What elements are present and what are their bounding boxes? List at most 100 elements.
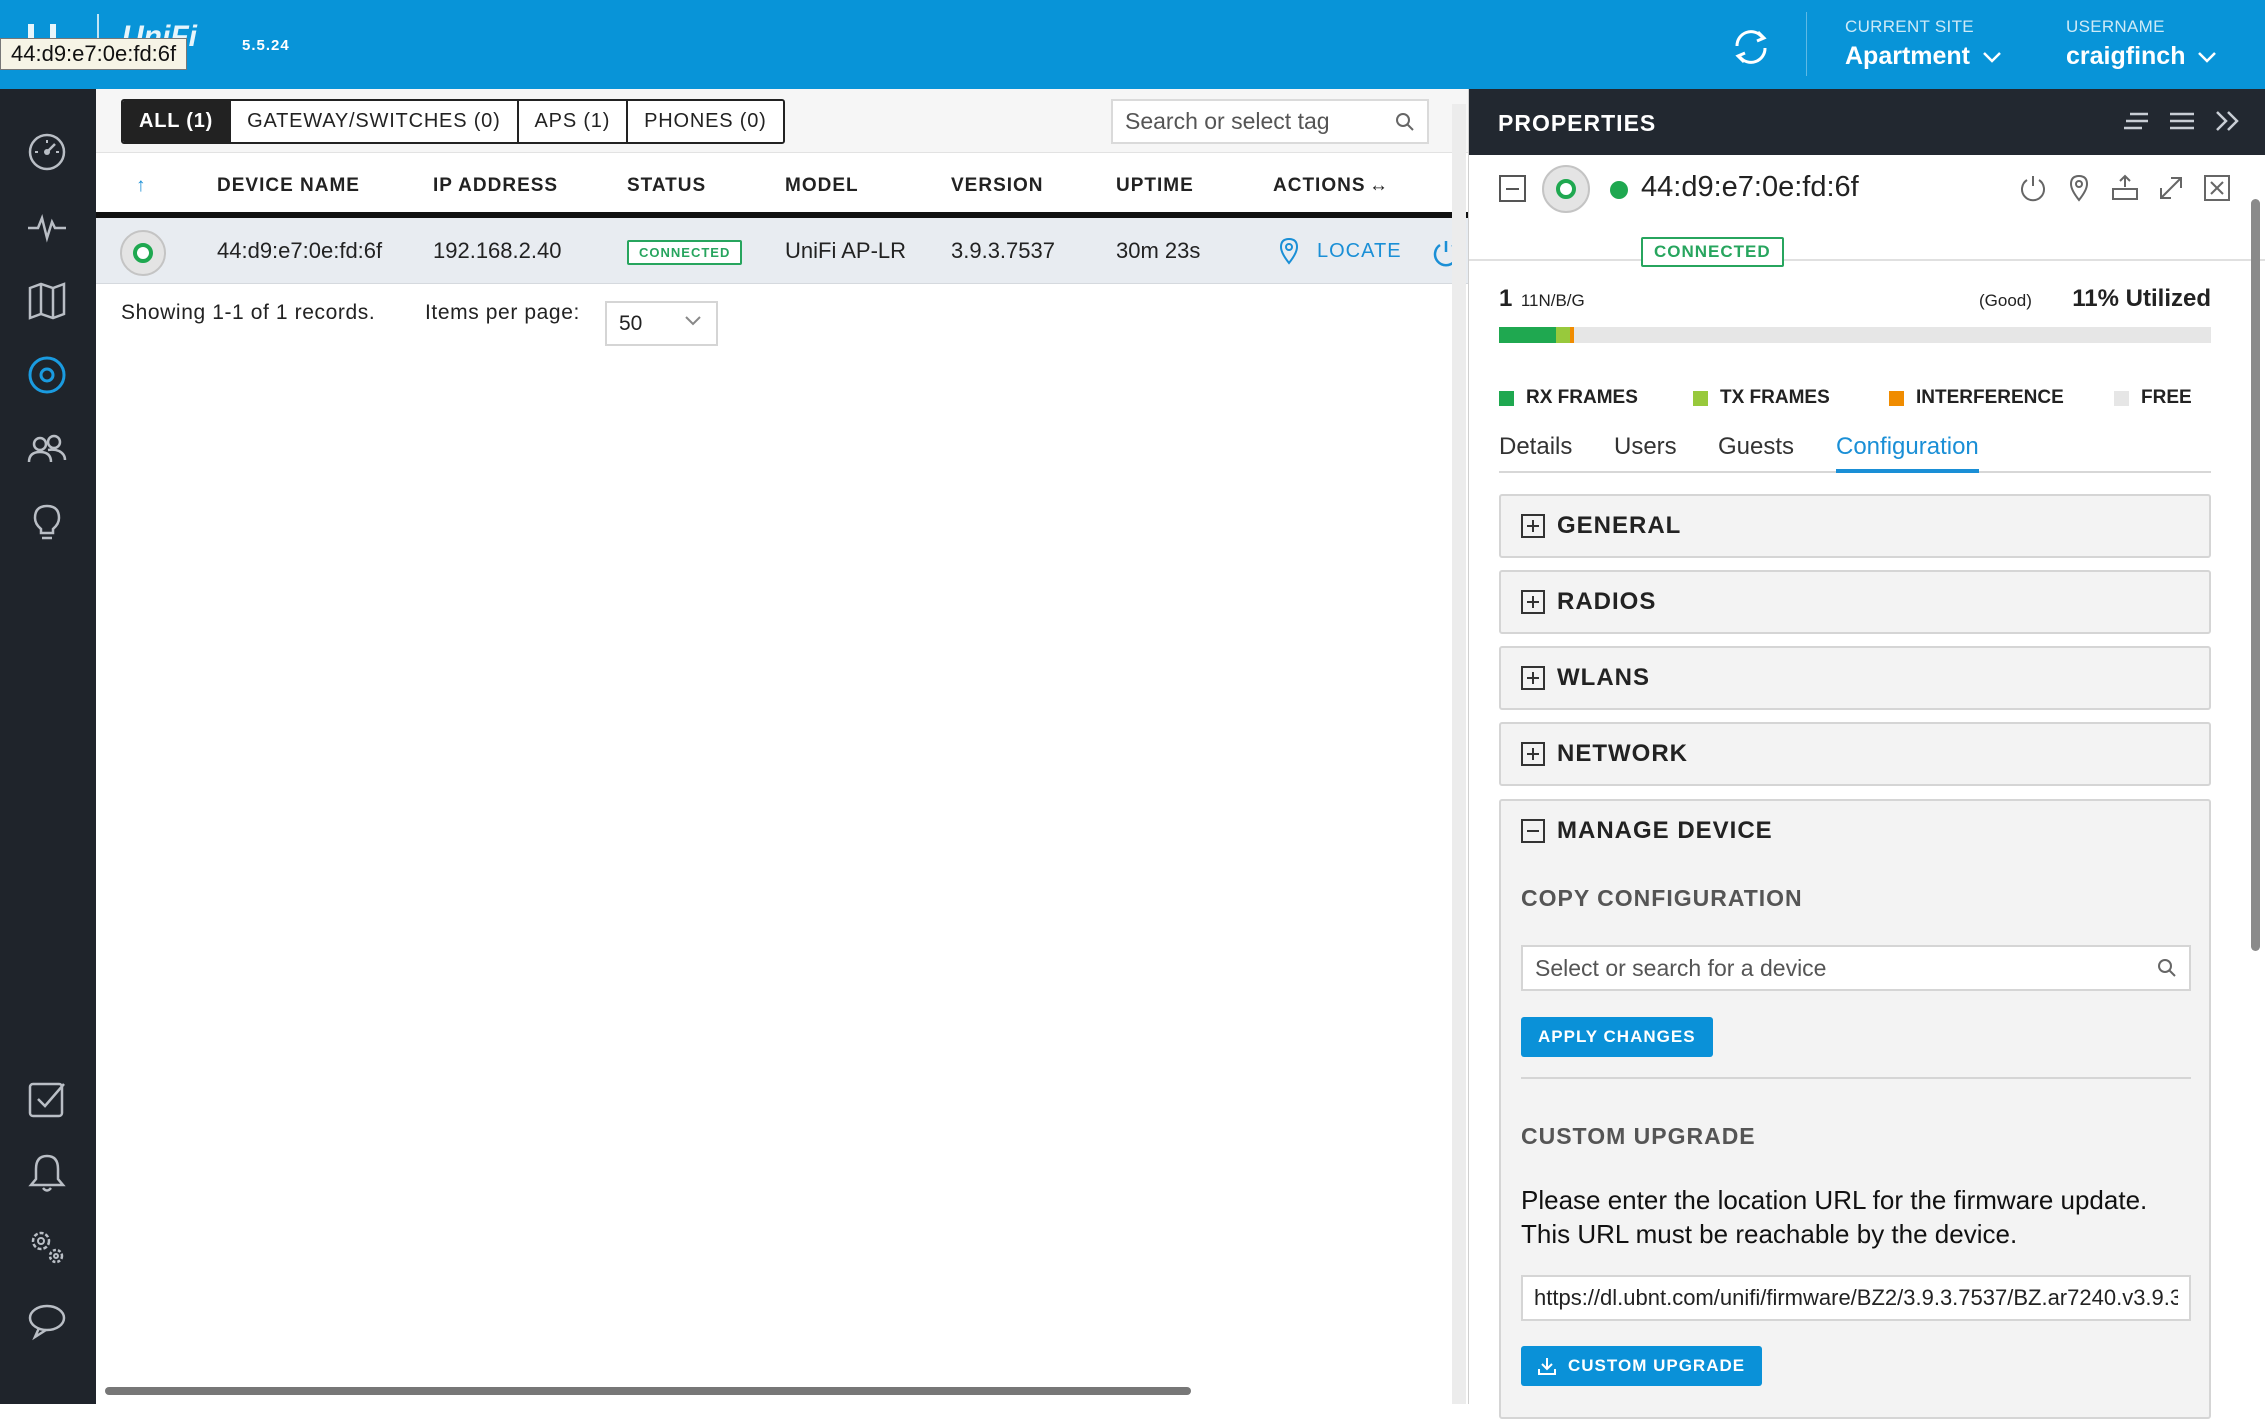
radio-quality: (Good): [1979, 291, 2032, 310]
app-version: 5.5.24: [242, 37, 290, 54]
col-uptime[interactable]: UPTIME: [1116, 175, 1194, 197]
sort-ascending-icon[interactable]: ↑: [136, 175, 147, 197]
username-value: craigfinch: [2066, 42, 2186, 70]
section-manage-title[interactable]: MANAGE DEVICE: [1557, 817, 1773, 845]
tag-search: [1111, 99, 1429, 144]
device-search: [1521, 945, 2191, 991]
legend-interference-label: INTERFERENCE: [1916, 387, 2064, 408]
firmware-url-input[interactable]: [1523, 1277, 2189, 1319]
list-view-icon[interactable]: [2168, 109, 2196, 133]
insights-icon: [33, 504, 61, 540]
sidebar-item-clients[interactable]: [22, 424, 72, 474]
locate-label: LOCATE: [1317, 240, 1402, 262]
properties-panel: PROPERTIES 44:d9:e7:0e:fd:6f CONNECTED 1…: [1468, 89, 2265, 1419]
section-general-title: GENERAL: [1557, 512, 1682, 539]
user-menu[interactable]: USERNAME craigfinch: [2066, 17, 2217, 71]
properties-header: PROPERTIES: [1469, 89, 2265, 155]
tab-details[interactable]: Details: [1499, 433, 1572, 469]
expand-icon: [1521, 514, 1545, 538]
chat-icon: [28, 1304, 66, 1341]
top-divider: [1806, 12, 1807, 76]
sidebar-item-insights[interactable]: [22, 498, 72, 548]
access-point-icon: [120, 230, 166, 276]
col-status[interactable]: STATUS: [627, 175, 706, 197]
sidebar: [0, 89, 96, 1404]
expand-icon: [1521, 742, 1545, 766]
search-icon: [2158, 959, 2176, 977]
legend-rx-label: RX FRAMES: [1526, 387, 1638, 408]
custom-upgrade-label: CUSTOM UPGRADE: [1568, 1356, 1746, 1375]
radio-summary: 1 11N/B/G (Good) 11% Utilized: [1499, 285, 2211, 313]
tab-configuration[interactable]: Configuration: [1836, 433, 1979, 473]
device-tooltip: 44:d9:e7:0e:fd:6f: [0, 38, 188, 70]
filter-aps[interactable]: APS (1): [516, 101, 627, 142]
filter-all[interactable]: ALL (1): [123, 101, 230, 142]
col-actions: ACTIONS: [1273, 175, 1366, 196]
expand-columns-icon[interactable]: ↔: [1369, 175, 1389, 197]
tab-guests[interactable]: Guests: [1718, 433, 1794, 469]
location-pin-icon: [1279, 237, 1299, 265]
section-radios-title: RADIOS: [1557, 588, 1657, 615]
collapse-icon[interactable]: [1521, 819, 1545, 843]
table-row[interactable]: 44:d9:e7:0e:fd:6f 192.168.2.40 CONNECTED…: [96, 218, 1468, 284]
upgrade-description: Please enter the location URL for the fi…: [1521, 1185, 2148, 1249]
col-model[interactable]: MODEL: [785, 175, 859, 197]
section-radios[interactable]: RADIOS: [1499, 570, 2211, 634]
sidebar-item-dashboard[interactable]: [22, 127, 72, 177]
sidebar-item-statistics[interactable]: [22, 202, 72, 252]
tx-swatch: [1693, 390, 1708, 406]
collapse-panel-icon[interactable]: [2214, 109, 2242, 133]
cell-device-name: 44:d9:e7:0e:fd:6f: [217, 238, 383, 263]
horizontal-scrollbar[interactable]: [105, 1387, 1191, 1395]
site-selector[interactable]: CURRENT SITE Apartment: [1845, 17, 2002, 71]
sidebar-item-alerts[interactable]: [22, 1148, 72, 1198]
cell-uptime: 30m 23s: [1116, 238, 1201, 263]
locate-icon[interactable]: [2064, 173, 2094, 203]
custom-upgrade-button[interactable]: CUSTOM UPGRADE: [1521, 1346, 1763, 1386]
items-per-page-label: Items per page:: [425, 301, 580, 324]
section-wlans[interactable]: WLANS: [1499, 646, 2211, 710]
col-ip-address[interactable]: IP ADDRESS: [433, 175, 558, 197]
sidebar-item-map[interactable]: [22, 276, 72, 326]
search-icon[interactable]: [1395, 112, 1415, 132]
expand-icon[interactable]: [2156, 173, 2186, 203]
items-per-page-select[interactable]: 50: [605, 301, 718, 346]
col-device-name[interactable]: DEVICE NAME: [217, 175, 360, 197]
locate-button[interactable]: LOCATE: [1279, 218, 1402, 284]
utilization-bar: [1499, 327, 2211, 343]
interference-swatch: [1889, 390, 1904, 406]
compact-view-icon[interactable]: [2122, 109, 2150, 133]
filter-gateway-switches[interactable]: GATEWAY/SWITCHES (0): [229, 101, 517, 142]
panel-vertical-scrollbar[interactable]: [2251, 199, 2260, 951]
expand-icon: [1521, 590, 1545, 614]
apply-changes-button[interactable]: APPLY CHANGES: [1521, 1017, 1713, 1057]
tag-search-input[interactable]: [1113, 101, 1383, 142]
section-general[interactable]: GENERAL: [1499, 494, 2211, 558]
utilization-legend: RX FRAMES TX FRAMES INTERFERENCE FREE: [1499, 387, 2192, 409]
sidebar-item-chat[interactable]: [22, 1296, 72, 1346]
map-icon: [28, 282, 66, 320]
refresh-icon[interactable]: [1728, 24, 1774, 70]
tab-users[interactable]: Users: [1614, 433, 1677, 469]
sidebar-item-tasks[interactable]: [22, 1074, 72, 1124]
custom-upgrade-title: CUSTOM UPGRADE: [1521, 1123, 1756, 1149]
restart-icon[interactable]: [2018, 173, 2048, 203]
sidebar-item-settings[interactable]: [22, 1222, 72, 1272]
cell-ip-address: 192.168.2.40: [433, 238, 562, 263]
alerts-icon: [28, 1154, 66, 1192]
records-summary: Showing 1-1 of 1 records.: [121, 301, 376, 324]
section-network[interactable]: NETWORK: [1499, 722, 2211, 786]
upgrade-device-icon[interactable]: [2110, 173, 2140, 203]
collapse-device-button[interactable]: [1499, 175, 1526, 202]
expand-icon: [1521, 666, 1545, 690]
sidebar-item-devices[interactable]: [22, 350, 72, 400]
filter-phones[interactable]: PHONES (0): [626, 101, 783, 142]
table-scroll-gutter: [1452, 104, 1466, 1404]
section-wlans-title: WLANS: [1557, 664, 1650, 691]
rx-frames-segment: [1499, 327, 1556, 343]
tasks-icon: [28, 1082, 65, 1118]
close-icon[interactable]: [2202, 173, 2232, 203]
col-version[interactable]: VERSION: [951, 175, 1044, 197]
section-manage-device: MANAGE DEVICE COPY CONFIGURATION APPLY C…: [1499, 799, 2211, 1419]
device-search-input[interactable]: [1523, 947, 2143, 989]
